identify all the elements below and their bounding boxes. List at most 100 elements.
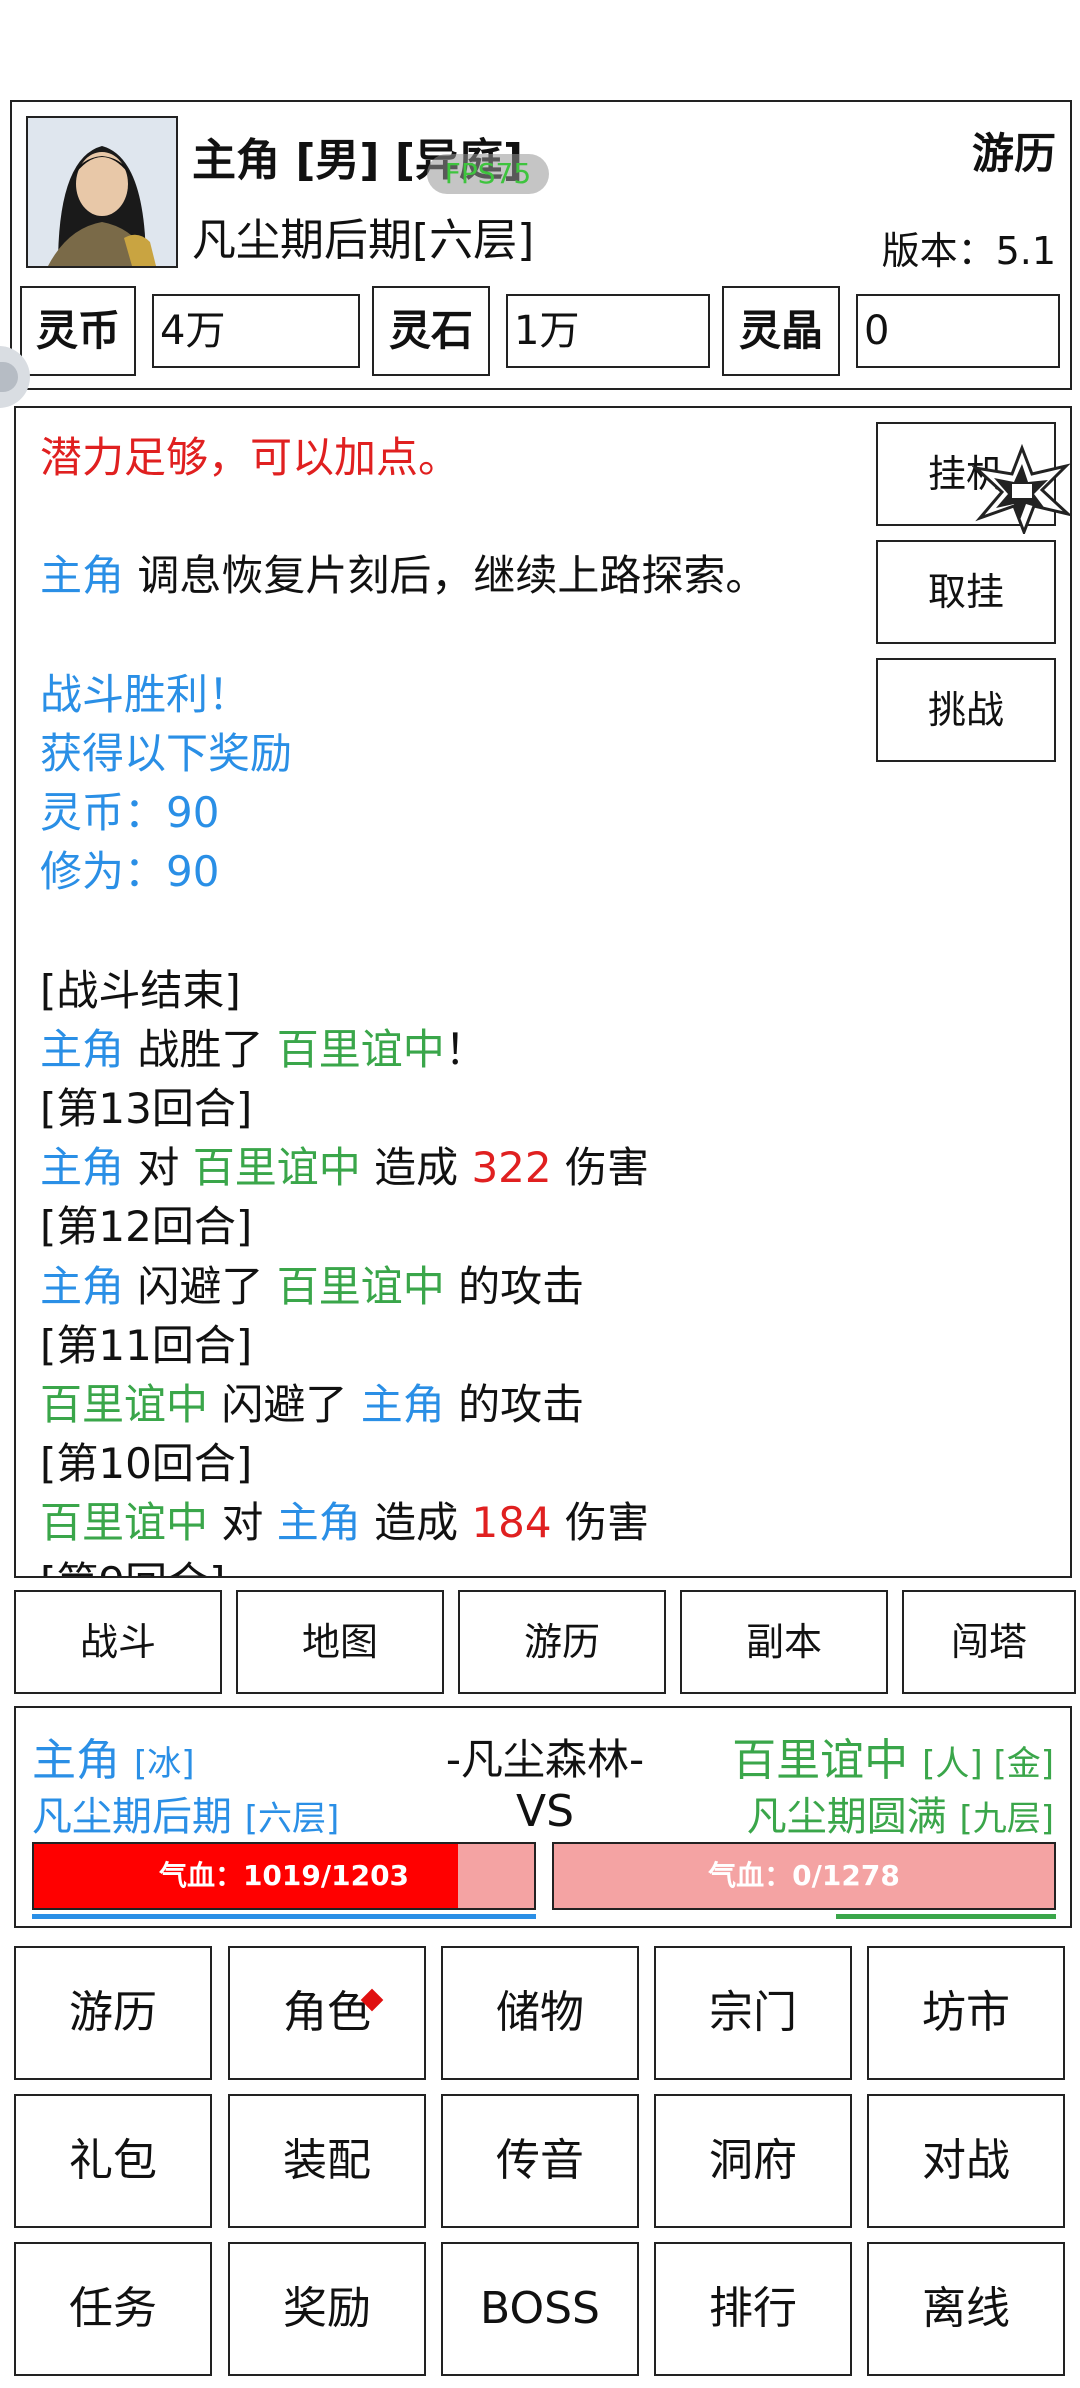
menu-market[interactable]: 坊市 <box>867 1946 1065 2080</box>
log-segment: ！ <box>444 1024 487 1074</box>
enemy-side-underline <box>836 1914 1056 1919</box>
log-line: 潜力足够，可以加点。 <box>40 428 860 487</box>
log-segment: [第9回合] <box>40 1558 226 1576</box>
menu-message[interactable]: 传音 <box>441 2094 639 2228</box>
log-segment: 造成 <box>360 1498 472 1548</box>
log-segment: 322 <box>471 1143 552 1193</box>
currency-label-lingshi: 灵石 <box>372 286 490 376</box>
enemy-name-text: 百里谊中 <box>732 1735 909 1786</box>
log-segment: 获得以下奖励 <box>40 728 293 778</box>
character-portrait-icon <box>28 118 176 266</box>
log-line: [第12回合] <box>40 1197 860 1256</box>
enemy-name: 百里谊中 [人] [金] <box>732 1724 1054 1788</box>
log-segment: 战胜了 <box>124 1024 277 1074</box>
log-segment: 主角 <box>40 1143 125 1193</box>
log-segment: [第10回合] <box>40 1439 253 1489</box>
log-segment: [第11回合] <box>40 1320 253 1370</box>
tab-tower[interactable]: 闯塔 <box>902 1590 1076 1694</box>
player-side-underline <box>32 1914 536 1919</box>
log-segment: 百里谊中 <box>40 1498 209 1548</box>
character-avatar[interactable] <box>26 116 178 268</box>
menu-offline[interactable]: 离线 <box>867 2242 1065 2376</box>
menu-storage[interactable]: 储物 <box>441 1946 639 2080</box>
menu-equip[interactable]: 装配 <box>228 2094 426 2228</box>
menu-character[interactable]: 角色 <box>228 1946 426 2080</box>
log-line: 战斗胜利！ <box>40 665 860 724</box>
character-realm-line: 凡尘期后期[六层] <box>192 215 535 266</box>
log-line: [第11回合] <box>40 1316 860 1375</box>
log-segment: 伤害 <box>551 1498 649 1548</box>
challenge-button[interactable]: 挑战 <box>876 658 1056 762</box>
menu-ranking[interactable]: 排行 <box>654 2242 852 2376</box>
log-line: 百里谊中 闪避了 主角 的攻击 <box>40 1375 860 1434</box>
log-segment: 主角 <box>276 1498 361 1548</box>
log-line: 主角 调息恢复片刻后，继续上路探索。 <box>40 546 860 605</box>
enemy-hp-bar: 气血：0/1278 <box>552 1842 1056 1910</box>
log-line: [战斗结束] <box>40 961 860 1020</box>
log-line: 获得以下奖励 <box>40 724 860 783</box>
log-segment: 调息恢复片刻后，继续上路探索。 <box>124 551 768 601</box>
log-line: 主角 对 百里谊中 造成 322 伤害 <box>40 1138 860 1197</box>
menu-reward[interactable]: 奖励 <box>228 2242 426 2376</box>
fps-badge: FPS75 <box>427 154 549 194</box>
cancel-auto-button[interactable]: 取挂 <box>876 540 1056 644</box>
menu-pvp[interactable]: 对战 <box>867 2094 1065 2228</box>
player-hp-text: 气血：1019/1203 <box>158 1859 410 1892</box>
enemy-realm-text: 凡尘期圆满 <box>746 1794 947 1840</box>
menu-character-label: 角色 <box>283 1987 371 2038</box>
player-hp-bar: 气血：1019/1203 <box>32 1842 536 1910</box>
log-segment: 伤害 <box>551 1143 649 1193</box>
character-header: 主角 [男] [异庭] FPS75 凡尘期后期[六层] 游历 版本：5.1 灵币… <box>10 100 1072 390</box>
menu-explore[interactable]: 游历 <box>14 1946 212 2080</box>
tab-map[interactable]: 地图 <box>236 1590 444 1694</box>
log-segment: 对 <box>208 1498 277 1548</box>
log-segment: 的攻击 <box>444 1261 585 1311</box>
log-segment: 百里谊中 <box>276 1261 445 1311</box>
mode-title: 游历 <box>971 129 1056 178</box>
currency-label-lingjing: 灵晶 <box>722 286 840 376</box>
log-segment: 百里谊中 <box>276 1024 445 1074</box>
log-line: [第9回合] <box>40 1553 860 1576</box>
log-line: 百里谊中 对 主角 造成 184 伤害 <box>40 1493 860 1552</box>
log-line: 灵币：90 <box>40 783 860 842</box>
log-line: [第10回合] <box>40 1434 860 1493</box>
log-line: 主角 闪避了 百里谊中 的攻击 <box>40 1257 860 1316</box>
log-line: 修为：90 <box>40 842 860 901</box>
log-blank-line <box>40 487 860 546</box>
log-segment: 灵币：90 <box>40 788 220 838</box>
log-content: 潜力足够，可以加点。 主角 调息恢复片刻后，继续上路探索。 战斗胜利！ 获得以下奖励灵… <box>40 428 860 1576</box>
tab-explore[interactable]: 游历 <box>458 1590 666 1694</box>
version-text: 版本：5.1 <box>881 229 1056 273</box>
log-segment: 主角 <box>360 1380 445 1429</box>
menu-sect[interactable]: 宗门 <box>654 1946 852 2080</box>
log-segment: 的攻击 <box>444 1380 585 1429</box>
menu-cave[interactable]: 洞府 <box>654 2094 852 2228</box>
enemy-tags: [人] [金] <box>922 1744 1054 1784</box>
menu-gift[interactable]: 礼包 <box>14 2094 212 2228</box>
tab-battle[interactable]: 战斗 <box>14 1590 222 1694</box>
log-segment: 闪避了 <box>208 1380 361 1429</box>
log-segment: 184 <box>471 1498 552 1548</box>
menu-boss[interactable]: BOSS <box>441 2242 639 2376</box>
log-segment: 对 <box>124 1143 193 1193</box>
log-segment: 主角 <box>40 551 125 601</box>
log-blank-line <box>40 606 860 665</box>
currency-value-lingbi: 4万 <box>152 294 360 368</box>
currency-value-lingjing: 0 <box>856 294 1060 368</box>
battle-log-panel[interactable]: 潜力足够，可以加点。 主角 调息恢复片刻后，继续上路探索。 战斗胜利！ 获得以下奖励灵… <box>14 406 1072 1578</box>
log-segment: [第12回合] <box>40 1202 253 1252</box>
log-line: 主角 战胜了 百里谊中！ <box>40 1020 860 1079</box>
enemy-realm: 凡尘期圆满 [九层] <box>747 1784 1054 1842</box>
tab-dungeon[interactable]: 副本 <box>680 1590 888 1694</box>
log-segment: 潜力足够，可以加点。 <box>40 433 461 482</box>
log-segment: 修为：90 <box>40 847 220 897</box>
currency-label-lingbi: 灵币 <box>20 286 136 376</box>
log-segment: 主角 <box>40 1024 125 1074</box>
log-segment: 造成 <box>360 1143 472 1193</box>
log-segment: 主角 <box>40 1261 125 1311</box>
currency-value-lingshi: 1万 <box>506 294 710 368</box>
log-segment: [战斗结束] <box>40 965 241 1015</box>
log-blank-line <box>40 902 860 961</box>
menu-task[interactable]: 任务 <box>14 2242 212 2376</box>
ink-splash-sticker-icon[interactable] <box>972 444 1072 534</box>
